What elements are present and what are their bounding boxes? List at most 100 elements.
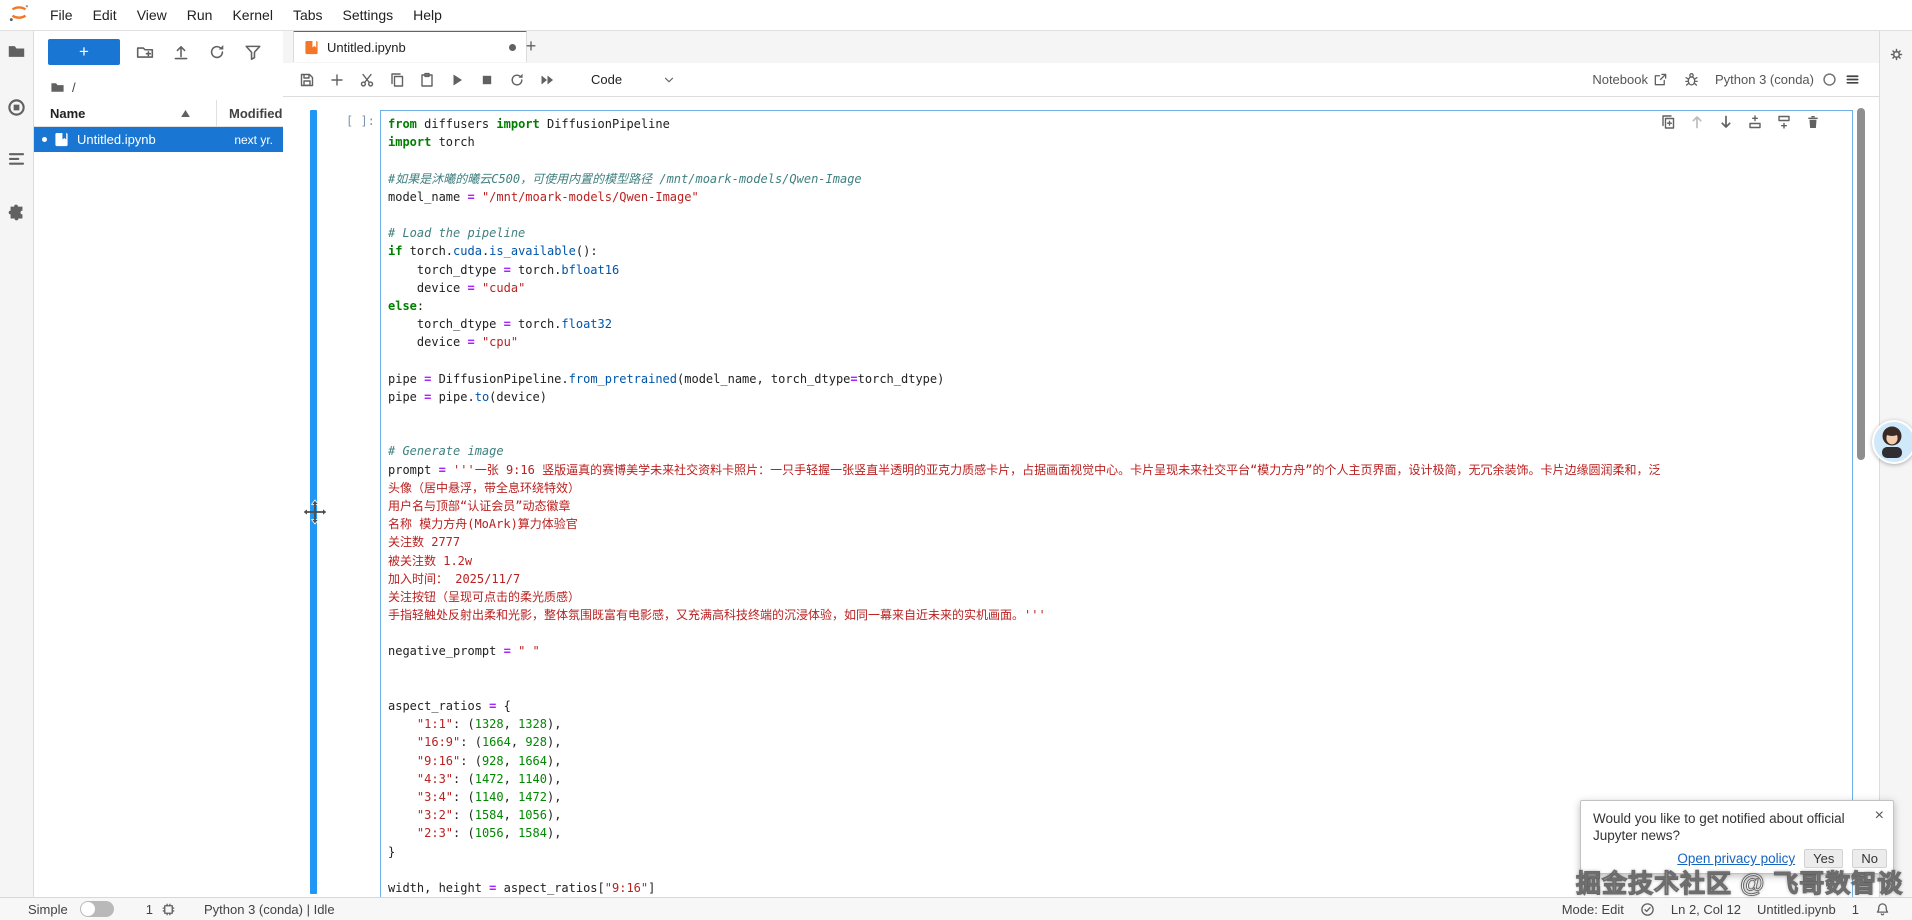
toolbar-right-group: Notebook Python 3 (conda) bbox=[1592, 72, 1879, 87]
breadcrumb[interactable]: / bbox=[34, 74, 283, 100]
insert-cell-above-button[interactable] bbox=[1747, 114, 1763, 130]
notebook-scrollbar[interactable] bbox=[1857, 108, 1865, 460]
duplicate-cell-button[interactable] bbox=[1660, 114, 1676, 130]
notebook-file-icon bbox=[54, 132, 69, 147]
menu-item-kernel[interactable]: Kernel bbox=[222, 1, 282, 30]
open-in-new-button[interactable] bbox=[1653, 72, 1668, 87]
close-icon[interactable]: × bbox=[1875, 807, 1884, 825]
kernel-sessions-icon[interactable] bbox=[161, 902, 176, 917]
code-line bbox=[388, 151, 1852, 169]
column-header-modified[interactable]: Modified bbox=[216, 100, 282, 126]
breadcrumb-root[interactable]: / bbox=[72, 80, 76, 95]
interrupt-kernel-button[interactable] bbox=[479, 72, 495, 88]
insert-below-icon bbox=[1776, 114, 1792, 130]
code-lines: from diffusers import DiffusionPipelinei… bbox=[381, 111, 1852, 897]
tab-untitled-ipynb[interactable]: Untitled.ipynb bbox=[293, 30, 527, 62]
new-folder-button[interactable] bbox=[136, 43, 154, 61]
kernels-count[interactable]: 1 bbox=[146, 902, 153, 917]
code-line: # Generate image bbox=[388, 442, 1852, 460]
restart-kernel-button[interactable] bbox=[509, 72, 525, 88]
move-cell-up-button[interactable] bbox=[1689, 114, 1705, 130]
simple-mode-label: Simple bbox=[28, 902, 68, 917]
move-cursor-icon bbox=[302, 499, 328, 530]
running-kernels-tab[interactable] bbox=[7, 98, 26, 117]
cut-cells-button[interactable] bbox=[359, 72, 375, 88]
kernel-status-icon[interactable] bbox=[1822, 72, 1837, 87]
menu-item-settings[interactable]: Settings bbox=[333, 1, 404, 30]
code-line: 关注按钮（呈现可点击的柔光质感） bbox=[388, 588, 1852, 606]
insert-cell-below-button[interactable] bbox=[1776, 114, 1792, 130]
avatar-person-icon bbox=[1874, 422, 1910, 458]
fast-forward-icon bbox=[539, 72, 555, 88]
code-line: "16:9": (1664, 928), bbox=[388, 733, 1852, 751]
kernel-status-text[interactable]: Python 3 (conda) | Idle bbox=[204, 902, 335, 917]
kernel-name[interactable]: Python 3 (conda) bbox=[1715, 72, 1814, 87]
refresh-button[interactable] bbox=[208, 43, 226, 61]
delete-cell-button[interactable] bbox=[1805, 114, 1821, 130]
run-icon bbox=[449, 72, 465, 88]
save-button[interactable] bbox=[299, 72, 315, 88]
menu-item-file[interactable]: File bbox=[40, 1, 83, 30]
simple-mode-toggle[interactable] bbox=[80, 901, 114, 917]
debugger-button[interactable] bbox=[1684, 72, 1699, 87]
copy-cells-button[interactable] bbox=[389, 72, 405, 88]
notifications-count[interactable]: 1 bbox=[1852, 902, 1859, 917]
file-list-header: Name Modified bbox=[34, 100, 283, 127]
hamburger-icon bbox=[1845, 72, 1860, 87]
file-list-item[interactable]: Untitled.ipynb next yr. bbox=[34, 127, 283, 152]
menu-item-help[interactable]: Help bbox=[403, 1, 452, 30]
upload-button[interactable] bbox=[172, 43, 190, 61]
status-filename[interactable]: Untitled.ipynb bbox=[1757, 902, 1836, 917]
table-of-contents-tab[interactable] bbox=[7, 150, 26, 169]
trust-check-icon[interactable] bbox=[1640, 902, 1655, 917]
code-line: pipe = DiffusionPipeline.from_pretrained… bbox=[388, 370, 1852, 388]
insert-cell-button[interactable] bbox=[329, 72, 345, 88]
property-inspector-icon bbox=[1888, 46, 1905, 63]
menu-item-run[interactable]: Run bbox=[177, 1, 223, 30]
running-kernels-icon bbox=[7, 98, 26, 117]
status-bar-left: Simple 1 Python 3 (conda) | Idle bbox=[0, 901, 335, 917]
notebook-toolbar: Code Notebook Python 3 (conda) bbox=[283, 63, 1879, 97]
property-inspector-tab[interactable] bbox=[1888, 46, 1905, 63]
code-line: 加入时间： 2025/11/7 bbox=[388, 570, 1852, 588]
file-browser-tab[interactable] bbox=[7, 42, 26, 61]
new-tab-button[interactable]: + bbox=[519, 34, 543, 58]
menu-item-edit[interactable]: Edit bbox=[83, 1, 127, 30]
paste-cells-button[interactable] bbox=[419, 72, 435, 88]
copy-icon bbox=[389, 72, 405, 88]
assistant-avatar[interactable] bbox=[1872, 420, 1912, 464]
cursor-position[interactable]: Ln 2, Col 12 bbox=[1671, 902, 1741, 917]
run-cell-button[interactable] bbox=[449, 72, 465, 88]
restart-run-all-button[interactable] bbox=[539, 72, 555, 88]
cell-type-dropdown[interactable]: Code bbox=[591, 72, 676, 87]
file-modified: next yr. bbox=[234, 133, 283, 147]
tab-dirty-dot bbox=[509, 44, 516, 51]
refresh-icon bbox=[208, 43, 226, 61]
popup-message: Would you like to get notified about off… bbox=[1581, 801, 1893, 844]
column-header-name[interactable]: Name bbox=[34, 106, 85, 121]
notebook-label: Notebook bbox=[1592, 72, 1648, 87]
stop-icon bbox=[479, 72, 495, 88]
code-line: torch_dtype = torch.bfloat16 bbox=[388, 261, 1852, 279]
trash-icon bbox=[1805, 114, 1821, 130]
menu-item-tabs[interactable]: Tabs bbox=[283, 1, 333, 30]
code-line: aspect_ratios = { bbox=[388, 697, 1852, 715]
move-cell-down-button[interactable] bbox=[1718, 114, 1734, 130]
filter-icon bbox=[244, 43, 262, 61]
menu-item-view[interactable]: View bbox=[127, 1, 177, 30]
cell-type-value: Code bbox=[591, 72, 622, 87]
menu-bar: FileEditViewRunKernelTabsSettingsHelp bbox=[0, 0, 1912, 31]
notebook-content[interactable]: [ ]: from diffusers import DiffusionPipe… bbox=[283, 97, 1879, 897]
new-launcher-button[interactable]: + bbox=[48, 39, 120, 65]
code-editor[interactable]: from diffusers import DiffusionPipelinei… bbox=[380, 110, 1853, 897]
code-line: 名称 模力方舟(MoArk)算力体验官 bbox=[388, 515, 1852, 533]
jupyterlab-window: FileEditViewRunKernelTabsSettingsHelp + bbox=[0, 0, 1912, 920]
duplicate-cell-icon bbox=[1660, 114, 1676, 130]
filter-button[interactable] bbox=[244, 43, 262, 61]
extensions-tab[interactable] bbox=[7, 203, 26, 222]
file-browser-panel: + / Name Modified Untitled bbox=[34, 30, 284, 897]
code-line: 用户名与顶部“认证会员”动态徽章 bbox=[388, 497, 1852, 515]
bell-icon[interactable] bbox=[1875, 902, 1890, 917]
editor-mode[interactable]: Mode: Edit bbox=[1562, 902, 1624, 917]
more-commands-button[interactable] bbox=[1845, 72, 1860, 87]
